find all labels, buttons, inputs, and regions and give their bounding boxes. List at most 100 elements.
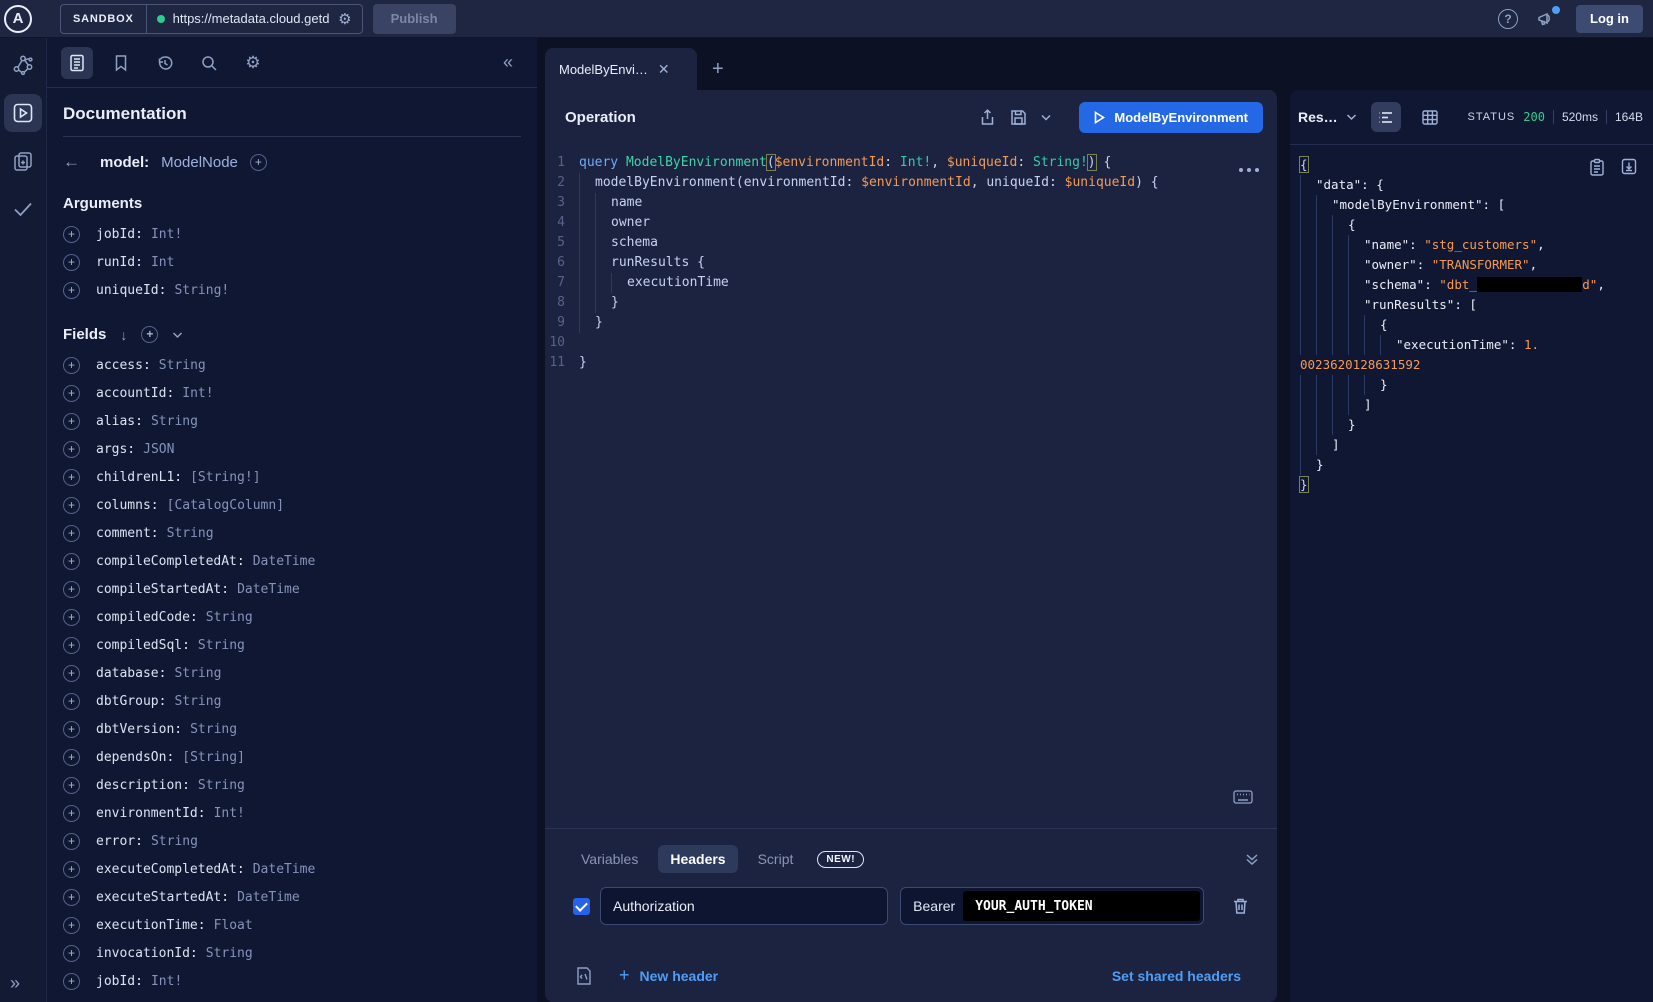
field-type-link[interactable]: [String!] — [190, 470, 260, 485]
field-name-link[interactable]: database: — [96, 666, 166, 681]
add-field-button[interactable]: + — [63, 581, 80, 598]
header-value-input[interactable]: Bearer YOUR_AUTH_TOKEN — [900, 887, 1204, 925]
add-field-button[interactable]: + — [63, 833, 80, 850]
field-type-link[interactable]: String — [198, 778, 245, 793]
back-arrow-icon[interactable]: ← — [63, 152, 80, 172]
add-field-button[interactable]: + — [63, 665, 80, 682]
field-name-link[interactable]: columns: — [96, 498, 159, 513]
download-response-icon[interactable] — [1621, 158, 1637, 176]
field-name-link[interactable]: dbtGroup: — [96, 694, 166, 709]
field-name-link[interactable]: executionTime: — [96, 918, 206, 933]
add-field-button[interactable]: + — [63, 413, 80, 430]
sort-fields-icon[interactable]: ↓ — [120, 327, 127, 343]
save-options-chevron-icon[interactable] — [1041, 114, 1051, 121]
add-field-button[interactable]: + — [63, 805, 80, 822]
add-field-button[interactable]: + — [63, 861, 80, 878]
field-type-link[interactable]: String — [159, 358, 206, 373]
field-name-link[interactable]: accountId: — [96, 386, 174, 401]
field-name-link[interactable]: compiledSql: — [96, 638, 190, 653]
field-name-link[interactable]: alias: — [96, 414, 143, 429]
bookmarks-icon[interactable] — [105, 47, 137, 79]
field-type-link[interactable]: Int! — [182, 386, 213, 401]
add-field-button[interactable]: + — [63, 357, 80, 374]
table-view-icon[interactable] — [1415, 102, 1445, 132]
field-type-link[interactable]: [CatalogColumn] — [167, 498, 284, 513]
field-name-link[interactable]: compiledCode: — [96, 610, 198, 625]
new-tab-button[interactable]: + — [712, 58, 724, 81]
field-type-link[interactable]: DateTime — [253, 554, 316, 569]
add-field-button[interactable]: + — [63, 609, 80, 626]
schema-graph-icon[interactable] — [4, 46, 42, 84]
add-field-button[interactable]: + — [63, 917, 80, 934]
tab-headers[interactable]: Headers — [658, 845, 737, 873]
field-name-link[interactable]: dbtVersion: — [96, 722, 182, 737]
run-operation-button[interactable]: ModelByEnvironment — [1079, 102, 1263, 133]
add-field-button[interactable]: + — [63, 254, 80, 271]
field-type-link[interactable]: DateTime — [237, 890, 300, 905]
field-type-link[interactable]: Float — [214, 918, 253, 933]
field-name-link[interactable]: compileStartedAt: — [96, 582, 229, 597]
add-field-button[interactable]: + — [63, 693, 80, 710]
save-icon[interactable] — [1010, 109, 1027, 126]
header-key-input[interactable]: Authorization — [600, 887, 888, 925]
publish-button[interactable]: Publish — [373, 4, 456, 34]
field-type-link[interactable]: String — [206, 610, 253, 625]
set-shared-headers-link[interactable]: Set shared headers — [1112, 968, 1241, 984]
endpoint-url-group[interactable]: https://metadata.cloud.getdbt.com ⚙ — [147, 10, 362, 28]
field-type-link[interactable]: Int! — [151, 974, 182, 989]
field-type-link[interactable]: String — [198, 638, 245, 653]
search-icon[interactable] — [193, 47, 225, 79]
field-type-link[interactable]: DateTime — [253, 862, 316, 877]
field-type-link[interactable]: String — [151, 414, 198, 429]
add-field-button[interactable]: + — [63, 553, 80, 570]
field-type-link[interactable]: String — [190, 722, 237, 737]
collapse-docs-icon[interactable]: « — [503, 52, 523, 73]
chevron-down-icon[interactable] — [172, 331, 183, 339]
checks-icon[interactable] — [4, 190, 42, 228]
history-icon[interactable] — [149, 47, 181, 79]
new-header-button[interactable]: + New header — [619, 965, 718, 986]
field-type-link[interactable]: String! — [174, 283, 229, 298]
field-type-link[interactable]: [String] — [182, 750, 245, 765]
add-field-button[interactable]: + — [63, 497, 80, 514]
add-field-button[interactable]: + — [63, 777, 80, 794]
endpoint-url[interactable]: https://metadata.cloud.getdbt.com — [173, 11, 331, 26]
documentation-tab-icon[interactable] — [61, 47, 93, 79]
delete-header-icon[interactable] — [1232, 897, 1249, 915]
add-field-button[interactable]: + — [63, 973, 80, 990]
field-name-link[interactable]: comment: — [96, 526, 159, 541]
breadcrumb-type-link[interactable]: ModelNode — [161, 154, 238, 171]
field-name-link[interactable]: runId: — [96, 255, 143, 270]
expand-rail-icon[interactable]: » — [10, 973, 20, 994]
field-type-link[interactable]: String — [174, 694, 221, 709]
announcements-icon[interactable] — [1536, 9, 1558, 29]
field-name-link[interactable]: childrenL1: — [96, 470, 182, 485]
field-name-link[interactable]: uniqueId: — [96, 283, 166, 298]
add-field-button[interactable]: + — [63, 282, 80, 299]
add-field-button[interactable]: + — [63, 889, 80, 906]
share-icon[interactable] — [979, 109, 996, 126]
field-type-link[interactable]: DateTime — [237, 582, 300, 597]
json-view-icon[interactable] — [1371, 102, 1401, 132]
field-name-link[interactable]: environmentId: — [96, 806, 206, 821]
add-field-button[interactable]: + — [63, 385, 80, 402]
field-name-link[interactable]: invocationId: — [96, 946, 198, 961]
add-field-button[interactable]: + — [63, 749, 80, 766]
collapse-section-icon[interactable] — [1245, 852, 1259, 866]
explorer-icon[interactable] — [4, 94, 42, 132]
field-name-link[interactable]: executeCompletedAt: — [96, 862, 245, 877]
copy-response-icon[interactable] — [1589, 158, 1605, 176]
field-name-link[interactable]: error: — [96, 834, 143, 849]
add-field-button[interactable]: + — [63, 721, 80, 738]
settings-gear-icon[interactable]: ⚙ — [237, 47, 269, 79]
close-tab-icon[interactable]: ✕ — [658, 61, 670, 78]
field-type-link[interactable]: String — [151, 834, 198, 849]
keyboard-shortcuts-icon[interactable] — [1233, 790, 1253, 804]
add-field-button[interactable]: + — [63, 637, 80, 654]
operation-editor[interactable]: 1query ModelByEnvironment($environmentId… — [545, 145, 1277, 373]
field-name-link[interactable]: args: — [96, 442, 135, 457]
add-field-button[interactable]: + — [63, 226, 80, 243]
add-field-button[interactable]: + — [63, 945, 80, 962]
add-field-button[interactable]: + — [63, 469, 80, 486]
environment-variables-icon[interactable] — [575, 966, 593, 986]
